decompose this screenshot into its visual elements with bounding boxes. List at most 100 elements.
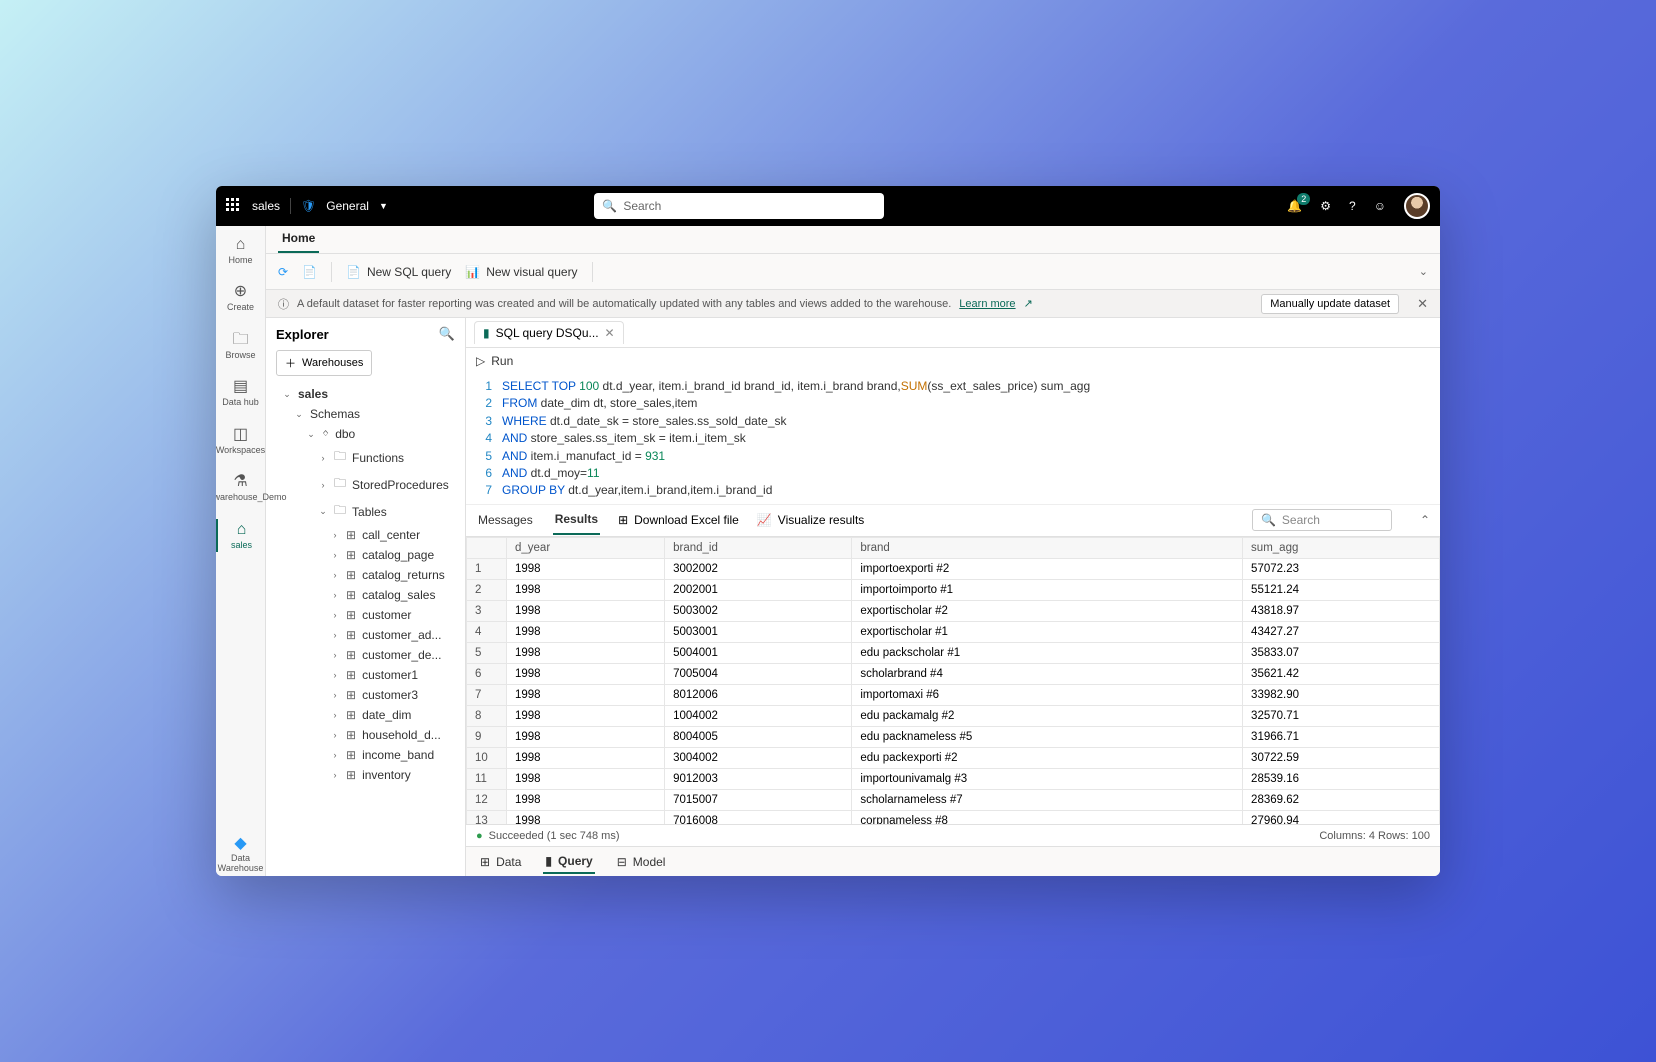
table-icon: ⊞: [346, 608, 356, 622]
chevron-right-icon: ›: [330, 690, 340, 700]
table-row[interactable]: 519985004001edu packscholar #135833.07: [467, 642, 1440, 663]
help-icon[interactable]: ?: [1349, 199, 1356, 213]
chevron-right-icon: ›: [330, 550, 340, 560]
chevron-down-icon: ⌄: [318, 506, 328, 517]
tree-node-table[interactable]: ›⊞catalog_sales: [272, 585, 459, 605]
tree-node-table[interactable]: ›⊞household_d...: [272, 725, 459, 745]
results-search[interactable]: 🔍Search: [1252, 509, 1392, 531]
code-editor[interactable]: 1SELECT TOP 100 dt.d_year, item.i_brand_…: [466, 374, 1440, 505]
rail-home[interactable]: ⌂Home: [226, 234, 254, 267]
results-tabs: Messages Results ⊞Download Excel file 📈V…: [466, 505, 1440, 537]
app-launcher-icon[interactable]: [226, 198, 242, 214]
rail-browse[interactable]: 🗀Browse: [223, 329, 257, 362]
table-row[interactable]: 1319987016008corpnameless #827960.94: [467, 810, 1440, 824]
tree-node-table[interactable]: ›⊞call_center: [272, 525, 459, 545]
new-sql-query-button[interactable]: 📄New SQL query: [346, 265, 451, 279]
manually-update-button[interactable]: Manually update dataset: [1261, 294, 1399, 314]
tree-node-functions[interactable]: ›🗀Functions: [272, 444, 459, 471]
settings-icon[interactable]: ⚙: [1320, 199, 1331, 213]
open-button[interactable]: 📄: [302, 265, 317, 279]
tree-node-table[interactable]: ›⊞catalog_page: [272, 545, 459, 565]
refresh-button[interactable]: ⟳: [278, 265, 288, 279]
tree-node-table[interactable]: ›⊞customer_de...: [272, 645, 459, 665]
tree-node-schemas[interactable]: ⌄Schemas: [272, 404, 459, 424]
toolbar-expand[interactable]: ⌄: [1419, 265, 1428, 278]
table-row[interactable]: 1219987015007scholarnameless #728369.62: [467, 789, 1440, 810]
success-icon: ●: [476, 830, 483, 842]
tree-node-table[interactable]: ›⊞customer: [272, 605, 459, 625]
table-icon: ⊞: [346, 628, 356, 642]
feedback-icon[interactable]: ☺: [1374, 199, 1386, 213]
view-tab-data[interactable]: ⊞Data: [478, 851, 523, 873]
table-row[interactable]: 1019983004002edu packexporti #230722.59: [467, 747, 1440, 768]
search-icon[interactable]: 🔍: [439, 326, 455, 342]
toolbar: ⟳ 📄 📄New SQL query 📊New visual query ⌄: [266, 254, 1440, 290]
table-row[interactable]: 919988004005edu packnameless #531966.71: [467, 726, 1440, 747]
user-avatar[interactable]: [1404, 193, 1430, 219]
tree-node-table[interactable]: ›⊞catalog_returns: [272, 565, 459, 585]
chevron-right-icon: ›: [330, 650, 340, 660]
rail-data-warehouse[interactable]: ◆Data Warehouse: [216, 833, 265, 876]
table-icon: ⊞: [346, 688, 356, 702]
table-row[interactable]: 719988012006importomaxi #633982.90: [467, 684, 1440, 705]
close-tab-icon[interactable]: ✕: [605, 326, 615, 340]
tree-node-table[interactable]: ›⊞income_band: [272, 745, 459, 765]
tab-results[interactable]: Results: [553, 505, 600, 535]
sensitivity-label[interactable]: General: [326, 199, 369, 213]
close-icon[interactable]: ✕: [1417, 296, 1428, 312]
table-row[interactable]: 119983002002importoexporti #257072.23: [467, 558, 1440, 579]
editor-panel: ▮ SQL query DSQu... ✕ ▷ Run 1SELECT TOP …: [466, 318, 1440, 876]
collapse-icon[interactable]: ⌃: [1420, 513, 1430, 527]
plus-icon: ＋: [285, 355, 296, 371]
home-icon: ⌂: [236, 236, 246, 254]
table-row[interactable]: 1119989012003importounivamalg #328539.16: [467, 768, 1440, 789]
tree-node-sprocs[interactable]: ›🗀StoredProcedures: [272, 471, 459, 498]
download-excel-button[interactable]: ⊞Download Excel file: [618, 513, 739, 527]
notifications-button[interactable]: 🔔 2: [1287, 199, 1302, 213]
global-search[interactable]: 🔍 Search: [594, 193, 884, 219]
view-tab-query[interactable]: ▮Query: [543, 850, 594, 874]
tree-node-sales[interactable]: ⌄sales: [272, 384, 459, 404]
view-tab-model[interactable]: ⊟Model: [615, 851, 668, 873]
search-placeholder: Search: [623, 199, 661, 213]
rail-datahub[interactable]: ▤Data hub: [220, 376, 261, 409]
tree-node-dbo[interactable]: ⌄ᛜdbo: [272, 424, 459, 444]
chevron-right-icon: ›: [318, 480, 328, 490]
model-icon: ⊟: [617, 855, 627, 869]
chevron-down-icon[interactable]: ▼: [379, 201, 388, 211]
rail-sales[interactable]: ⌂sales: [216, 519, 265, 552]
rail-workspaces[interactable]: ◫Workspaces: [216, 424, 267, 457]
tree-node-table[interactable]: ›⊞inventory: [272, 765, 459, 785]
editor-tab[interactable]: ▮ SQL query DSQu... ✕: [474, 321, 624, 344]
learn-more-link[interactable]: Learn more: [959, 298, 1015, 310]
tree-node-table[interactable]: ›⊞date_dim: [272, 705, 459, 725]
run-button[interactable]: Run: [491, 354, 513, 368]
ribbon-tab-home[interactable]: Home: [278, 225, 319, 253]
new-visual-query-button[interactable]: 📊New visual query: [465, 265, 577, 279]
table-icon: ⊞: [346, 728, 356, 742]
chevron-right-icon: ›: [330, 730, 340, 740]
results-grid[interactable]: d_yearbrand_idbrandsum_agg119983002002im…: [466, 537, 1440, 824]
visualize-results-button[interactable]: 📈Visualize results: [757, 513, 864, 527]
rail-create[interactable]: ⊕Create: [225, 281, 256, 314]
table-row[interactable]: 219982002001importoimporto #155121.24: [467, 579, 1440, 600]
table-row[interactable]: 419985003001exportischolar #143427.27: [467, 621, 1440, 642]
add-warehouse-button[interactable]: ＋Warehouses: [276, 350, 372, 376]
tab-messages[interactable]: Messages: [476, 506, 535, 534]
chevron-right-icon: ›: [330, 610, 340, 620]
workspace-name[interactable]: sales: [252, 199, 280, 213]
table-row[interactable]: 319985003002exportischolar #243818.97: [467, 600, 1440, 621]
table-row[interactable]: 819981004002edu packamalg #232570.71: [467, 705, 1440, 726]
info-text: A default dataset for faster reporting w…: [297, 298, 951, 310]
chevron-right-icon: ›: [330, 670, 340, 680]
tree-node-table[interactable]: ›⊞customer1: [272, 665, 459, 685]
plus-circle-icon: ⊕: [234, 283, 247, 301]
tree-node-tables[interactable]: ⌄🗀Tables: [272, 498, 459, 525]
tree-node-table[interactable]: ›⊞customer3: [272, 685, 459, 705]
folder-icon: 🗀: [232, 331, 248, 349]
table-icon: ⊞: [346, 588, 356, 602]
table-row[interactable]: 619987005004scholarbrand #435621.42: [467, 663, 1440, 684]
chevron-right-icon: ›: [330, 590, 340, 600]
tree-node-table[interactable]: ›⊞customer_ad...: [272, 625, 459, 645]
table-icon: ⊞: [346, 768, 356, 782]
